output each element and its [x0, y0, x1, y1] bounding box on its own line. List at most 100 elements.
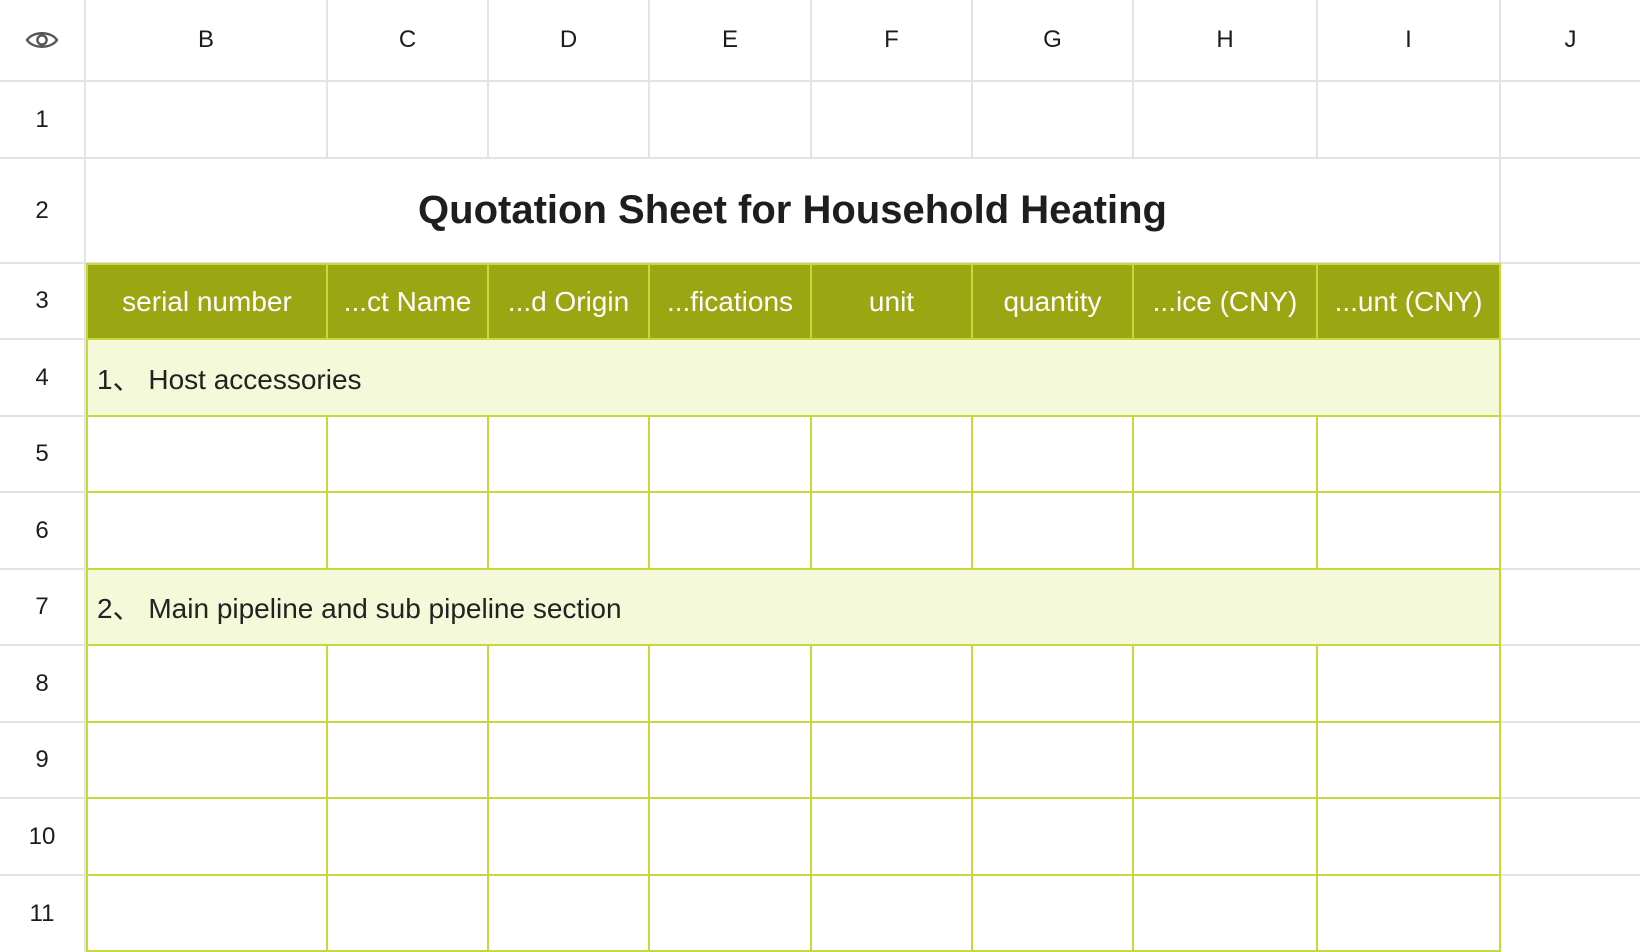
header-serial-number[interactable]: serial number: [86, 263, 328, 340]
cell-b5[interactable]: [86, 417, 328, 493]
cell-c6[interactable]: [328, 493, 489, 570]
cell-h10[interactable]: [1134, 799, 1318, 876]
cell-b9[interactable]: [86, 723, 328, 799]
eye-icon[interactable]: [25, 29, 59, 51]
column-header-j[interactable]: J: [1501, 0, 1640, 82]
row-header-3[interactable]: 3: [0, 264, 86, 340]
cell-f9[interactable]: [812, 723, 973, 799]
cell-j6[interactable]: [1501, 493, 1640, 570]
column-header-i[interactable]: I: [1318, 0, 1501, 82]
cell-g1[interactable]: [973, 82, 1134, 159]
header-quantity[interactable]: quantity: [973, 263, 1134, 340]
cell-c8[interactable]: [328, 646, 489, 723]
header-specifications[interactable]: ...fications: [650, 263, 812, 340]
cell-f6[interactable]: [812, 493, 973, 570]
header-unit-price[interactable]: ...ice (CNY): [1134, 263, 1318, 340]
cell-i6[interactable]: [1318, 493, 1501, 570]
cell-b8[interactable]: [86, 646, 328, 723]
cell-i11[interactable]: [1318, 876, 1501, 952]
cell-d9[interactable]: [489, 723, 650, 799]
column-header-h[interactable]: H: [1134, 0, 1318, 82]
column-header-e[interactable]: E: [650, 0, 812, 82]
cell-j5[interactable]: [1501, 417, 1640, 493]
cell-g10[interactable]: [973, 799, 1134, 876]
header-brand-origin[interactable]: ...d Origin: [489, 263, 650, 340]
cell-b1[interactable]: [86, 82, 328, 159]
column-header-d[interactable]: D: [489, 0, 650, 82]
cell-d8[interactable]: [489, 646, 650, 723]
cell-d5[interactable]: [489, 417, 650, 493]
cell-i10[interactable]: [1318, 799, 1501, 876]
cell-d6[interactable]: [489, 493, 650, 570]
row-header-10[interactable]: 10: [0, 799, 86, 876]
cell-f1[interactable]: [812, 82, 973, 159]
cell-g5[interactable]: [973, 417, 1134, 493]
row-header-7[interactable]: 7: [0, 570, 86, 646]
header-product-name[interactable]: ...ct Name: [328, 263, 489, 340]
cell-b6[interactable]: [86, 493, 328, 570]
cell-c1[interactable]: [328, 82, 489, 159]
cell-j1[interactable]: [1501, 82, 1640, 159]
cell-j7[interactable]: [1501, 570, 1640, 646]
cell-i9[interactable]: [1318, 723, 1501, 799]
select-all-corner[interactable]: [0, 0, 86, 82]
cell-j3[interactable]: [1501, 264, 1640, 340]
cell-f5[interactable]: [812, 417, 973, 493]
cell-g8[interactable]: [973, 646, 1134, 723]
cell-b11[interactable]: [86, 876, 328, 952]
cell-j4[interactable]: [1501, 340, 1640, 417]
cell-b10[interactable]: [86, 799, 328, 876]
cell-h1[interactable]: [1134, 82, 1318, 159]
cell-e5[interactable]: [650, 417, 812, 493]
cell-e9[interactable]: [650, 723, 812, 799]
section-host-accessories[interactable]: 1、 Host accessories: [86, 340, 1501, 417]
cell-c10[interactable]: [328, 799, 489, 876]
column-header-b[interactable]: B: [86, 0, 328, 82]
cell-j8[interactable]: [1501, 646, 1640, 723]
cell-c11[interactable]: [328, 876, 489, 952]
cell-c9[interactable]: [328, 723, 489, 799]
cell-g9[interactable]: [973, 723, 1134, 799]
cell-h8[interactable]: [1134, 646, 1318, 723]
cell-f10[interactable]: [812, 799, 973, 876]
sheet-title[interactable]: Quotation Sheet for Household Heating: [86, 159, 1501, 264]
cell-j9[interactable]: [1501, 723, 1640, 799]
cell-j10[interactable]: [1501, 799, 1640, 876]
column-header-f[interactable]: F: [812, 0, 973, 82]
row-header-2[interactable]: 2: [0, 159, 86, 264]
row-header-6[interactable]: 6: [0, 493, 86, 570]
cell-g11[interactable]: [973, 876, 1134, 952]
cell-h11[interactable]: [1134, 876, 1318, 952]
section-main-pipeline[interactable]: 2、 Main pipeline and sub pipeline sectio…: [86, 570, 1501, 646]
column-header-c[interactable]: C: [328, 0, 489, 82]
cell-d1[interactable]: [489, 82, 650, 159]
column-header-g[interactable]: G: [973, 0, 1134, 82]
cell-e1[interactable]: [650, 82, 812, 159]
row-header-8[interactable]: 8: [0, 646, 86, 723]
cell-i8[interactable]: [1318, 646, 1501, 723]
cell-e10[interactable]: [650, 799, 812, 876]
row-header-5[interactable]: 5: [0, 417, 86, 493]
cell-h9[interactable]: [1134, 723, 1318, 799]
cell-h5[interactable]: [1134, 417, 1318, 493]
cell-e6[interactable]: [650, 493, 812, 570]
cell-j2[interactable]: [1501, 159, 1640, 264]
header-unit[interactable]: unit: [812, 263, 973, 340]
cell-f8[interactable]: [812, 646, 973, 723]
cell-h6[interactable]: [1134, 493, 1318, 570]
cell-e11[interactable]: [650, 876, 812, 952]
cell-i1[interactable]: [1318, 82, 1501, 159]
row-header-4[interactable]: 4: [0, 340, 86, 417]
header-amount[interactable]: ...unt (CNY): [1318, 263, 1501, 340]
row-header-9[interactable]: 9: [0, 723, 86, 799]
row-header-1[interactable]: 1: [0, 82, 86, 159]
cell-d11[interactable]: [489, 876, 650, 952]
cell-f11[interactable]: [812, 876, 973, 952]
cell-c5[interactable]: [328, 417, 489, 493]
cell-i5[interactable]: [1318, 417, 1501, 493]
cell-j11[interactable]: [1501, 876, 1640, 952]
cell-d10[interactable]: [489, 799, 650, 876]
cell-g6[interactable]: [973, 493, 1134, 570]
cell-e8[interactable]: [650, 646, 812, 723]
row-header-11[interactable]: 11: [0, 876, 86, 952]
